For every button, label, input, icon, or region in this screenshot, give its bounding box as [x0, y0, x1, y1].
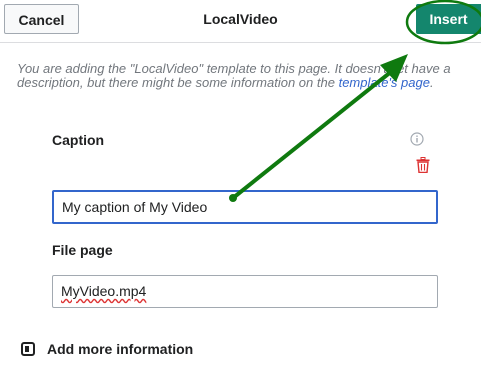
template-page-link[interactable]: template's page — [339, 75, 430, 90]
description-end: . — [429, 75, 434, 90]
dialog-title: LocalVideo — [203, 11, 278, 27]
add-more-information-label: Add more information — [47, 341, 194, 357]
checkbox-icon — [21, 342, 35, 356]
caption-label: Caption — [52, 132, 105, 148]
annotation-arrow — [229, 54, 408, 202]
caption-input[interactable]: My caption of My Video — [52, 190, 438, 224]
file-page-label: File page — [52, 242, 113, 258]
insert-button[interactable]: Insert — [416, 4, 481, 34]
template-description: You are adding the "LocalVideo" template… — [17, 62, 467, 90]
file-page-value: MyVideo.mp4 — [61, 283, 147, 299]
dialog-header: Cancel LocalVideo Insert — [0, 0, 481, 43]
file-page-input[interactable]: MyVideo.mp4 — [52, 275, 438, 308]
template-dialog: Cancel LocalVideo Insert You are adding … — [0, 0, 481, 371]
trash-icon[interactable] — [416, 157, 430, 173]
info-icon[interactable] — [410, 132, 424, 146]
